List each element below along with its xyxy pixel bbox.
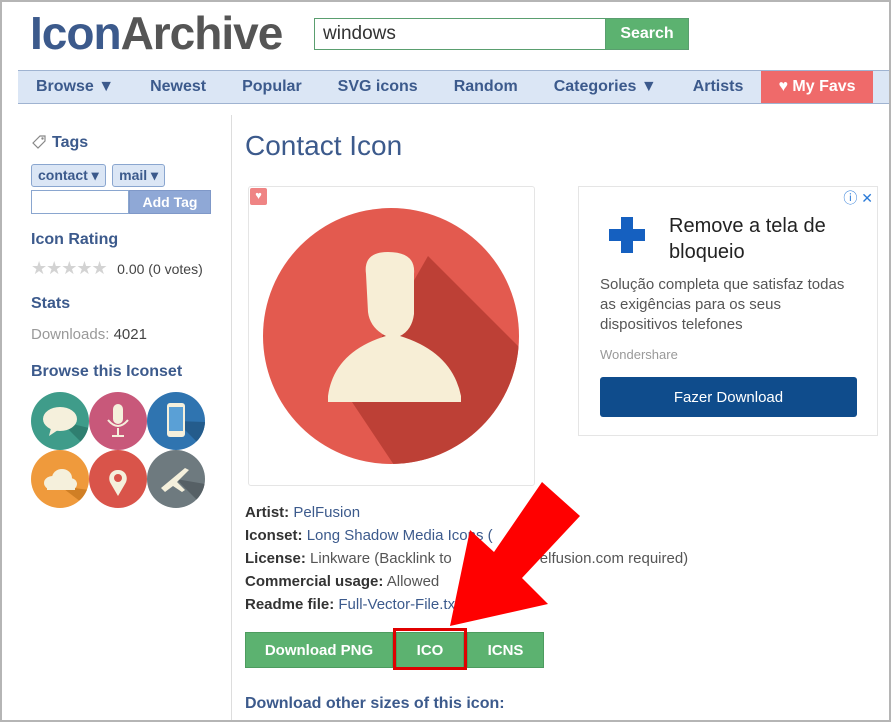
sidebar-divider [231, 115, 232, 722]
artist-label: Artist: [245, 504, 290, 521]
red-arrow-annotation [450, 482, 580, 626]
ad-info-close-icon[interactable]: ⓘ ✕ [843, 188, 873, 208]
other-sizes-heading: Download other sizes of this icon: [245, 695, 505, 712]
tags-heading: Tags [52, 134, 89, 151]
nav-artists[interactable]: Artists [675, 70, 762, 104]
nav-my-favs[interactable]: ♥ My Favs [761, 71, 873, 103]
download-png-button[interactable]: Download PNG [245, 632, 393, 668]
iconset-chat-icon[interactable] [31, 392, 89, 450]
search-input[interactable] [314, 18, 606, 50]
tag-contact[interactable]: contact ▾ [31, 164, 106, 187]
stats-heading: Stats [31, 295, 71, 312]
icon-preview-box [248, 186, 535, 486]
search-button[interactable]: Search [605, 18, 689, 50]
nav-random[interactable]: Random [436, 70, 536, 104]
iconset-phone-icon[interactable] [147, 392, 205, 450]
license-label: License: [245, 550, 306, 567]
nav-popular[interactable]: Popular [224, 70, 320, 104]
downloads-label: Downloads: [31, 326, 110, 343]
nav-categories[interactable]: Categories ▼ [536, 70, 675, 104]
add-favorite-icon[interactable]: ♥ [250, 188, 267, 205]
rating-stars[interactable]: ★★★★★ [31, 258, 108, 278]
readme-label: Readme file: [245, 596, 335, 613]
rating-text: 0.00 (0 votes) [117, 261, 203, 277]
iconset-cloud-icon[interactable] [31, 450, 89, 508]
nav-newest[interactable]: Newest [132, 70, 224, 104]
plus-logo-icon [609, 217, 645, 253]
rating-heading: Icon Rating [31, 231, 119, 248]
ad-body: Solução completa que satisfaz todas as e… [600, 276, 845, 333]
downloads-value: 4021 [113, 326, 147, 343]
add-tag-input[interactable] [31, 190, 129, 214]
nav-browse[interactable]: Browse ▼ [18, 70, 132, 104]
page-title: Contact Icon [245, 130, 403, 161]
tag-mail[interactable]: mail ▾ [112, 164, 166, 187]
contact-icon [263, 208, 519, 464]
ad-brand: Wondershare [600, 347, 678, 362]
logo-part-archive: Archive [120, 7, 284, 59]
iconset-location-pin-icon[interactable] [89, 450, 147, 508]
nav-svg-icons[interactable]: SVG icons [320, 70, 436, 104]
logo-part-icon: Icon [30, 7, 122, 59]
site-logo[interactable]: IconArchive [30, 7, 284, 59]
artist-link[interactable]: PelFusion [293, 504, 360, 521]
browse-iconset-heading: Browse this Iconset [31, 363, 183, 380]
iconset-label: Iconset: [245, 527, 303, 544]
commercial-label: Commercial usage: [245, 573, 384, 590]
ad-download-button[interactable]: Fazer Download [600, 377, 857, 417]
iconset-airplane-icon[interactable] [147, 450, 205, 508]
iconset-microphone-icon[interactable] [89, 392, 147, 450]
main-nav: Browse ▼ Newest Popular SVG icons Random… [18, 70, 889, 104]
advertisement[interactable]: ⓘ ✕ Remove a tela de bloqueio Solução co… [578, 186, 878, 436]
ad-headline: Remove a tela de bloqueio [669, 215, 826, 263]
add-tag-button[interactable]: Add Tag [129, 190, 211, 214]
tag-icon [32, 135, 46, 149]
